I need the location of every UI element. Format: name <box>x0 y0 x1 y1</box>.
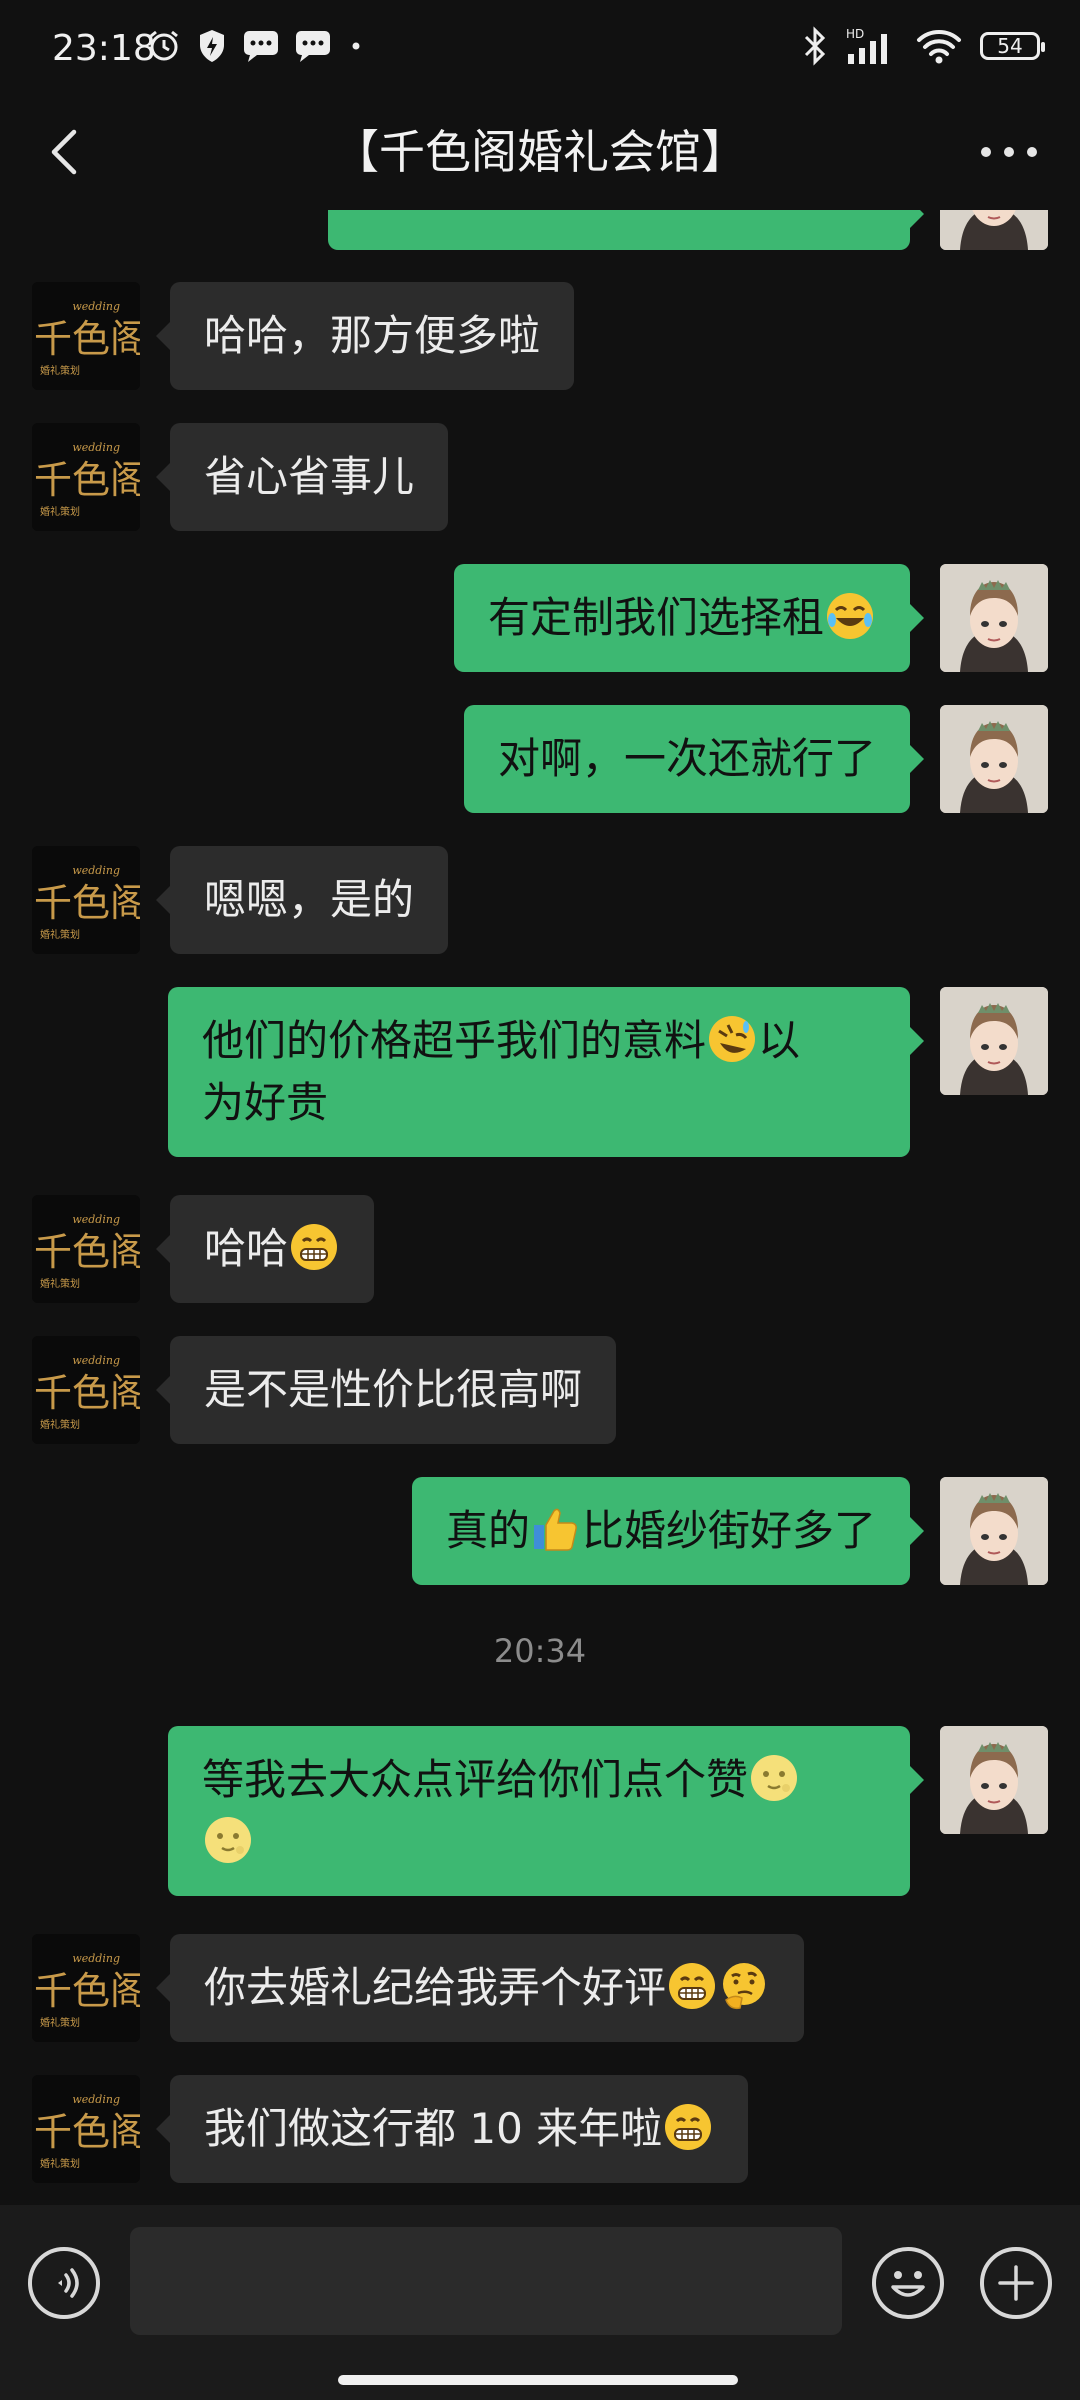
svg-text:wedding: wedding <box>72 2093 120 2106</box>
svg-text:wedding: wedding <box>72 1952 120 1965</box>
svg-text:婚礼策划: 婚礼策划 <box>40 364 80 377</box>
grin-emoji <box>665 2104 712 2150</box>
message-text: 省心省事儿 <box>204 452 415 501</box>
message-bubble[interactable]: 省心省事儿 <box>155 423 449 531</box>
message-bubble[interactable] <box>328 210 924 250</box>
avatar[interactable] <box>940 564 1048 672</box>
message-text: 等我去大众点评给你们点个赞 <box>202 1755 749 1804</box>
svg-text:HD: HD <box>846 27 864 41</box>
thinking-emoji <box>723 1963 766 2010</box>
avatar[interactable]: wedding 千色阁婚礼策划 <box>32 846 140 954</box>
avatar[interactable]: wedding 千色阁婚礼策划 <box>32 1195 140 1303</box>
message-text: 比婚纱街好多了 <box>581 1506 876 1555</box>
chat-title: 【千色阁婚礼会馆】 <box>333 125 747 179</box>
avatar[interactable]: wedding 千色阁婚礼策划 <box>32 1336 140 1444</box>
avatar[interactable] <box>940 987 1048 1095</box>
svg-text:婚礼策划: 婚礼策划 <box>40 2157 80 2170</box>
dot-icon <box>352 42 360 50</box>
svg-text:千色阁: 千色阁 <box>34 881 140 925</box>
thumbs-up-emoji <box>533 1508 577 1551</box>
chat-header: 【千色阁婚礼会馆】 <box>0 100 1080 210</box>
moon-face-emoji <box>205 1817 251 1863</box>
message-bubble[interactable]: 哈哈 <box>155 1195 375 1303</box>
plus-icon[interactable] <box>980 2247 1052 2319</box>
message-text: 有定制我们选择租 <box>487 593 824 642</box>
message-text: 以 <box>758 1016 801 1065</box>
message-text: 我们做这行都 10 来年啦 <box>204 2104 663 2153</box>
svg-text:千色阁: 千色阁 <box>34 1969 140 2013</box>
message-bubble[interactable]: 等我去大众点评给你们点个赞 <box>168 1726 924 1896</box>
battery-level: 54 <box>997 34 1023 58</box>
message-text: 嗯嗯，是的 <box>204 875 415 924</box>
svg-text:婚礼策划: 婚礼策划 <box>40 2016 80 2029</box>
svg-text:千色阁: 千色阁 <box>34 2110 140 2154</box>
message-bubble[interactable]: 嗯嗯，是的 <box>155 846 449 954</box>
message-text: 哈哈，那方便多啦 <box>204 311 541 360</box>
voice-icon[interactable] <box>28 2247 100 2319</box>
timestamp: 20:34 <box>493 1632 587 1670</box>
status-icons-left <box>146 28 366 64</box>
message-bubble[interactable]: 有定制我们选择租 <box>453 564 925 672</box>
avatar[interactable] <box>940 1477 1048 1585</box>
input-bar <box>0 2205 1080 2400</box>
message-icon <box>296 31 330 62</box>
svg-text:婚礼策划: 婚礼策划 <box>40 1418 80 1431</box>
alarm-icon <box>150 30 178 61</box>
svg-text:wedding: wedding <box>72 441 120 454</box>
svg-text:千色阁: 千色阁 <box>34 1230 140 1274</box>
emoji-smile-icon[interactable] <box>872 2247 944 2319</box>
wifi-icon <box>917 30 961 64</box>
avatar[interactable] <box>940 210 1048 250</box>
message-text: 是不是性价比很高啊 <box>204 1365 583 1414</box>
svg-text:婚礼策划: 婚礼策划 <box>40 928 80 941</box>
message-bubble[interactable]: 真的 比婚纱街好多了 <box>411 1477 925 1585</box>
svg-text:wedding: wedding <box>72 864 120 877</box>
message-text: 你去婚礼纪给我弄个好评 <box>204 1963 667 2012</box>
message-text: 他们的价格超乎我们的意料 <box>202 1016 707 1065</box>
avatar[interactable]: wedding 千色阁婚礼策划 <box>32 2075 140 2183</box>
rolling-laugh-emoji <box>709 1016 756 1062</box>
signal-hd-icon: HD <box>846 27 887 64</box>
status-icons-right: HD 54 <box>802 26 1045 66</box>
svg-text:婚礼策划: 婚礼策划 <box>40 505 80 518</box>
message-bubble[interactable]: 对啊，一次还就行了 <box>463 705 925 813</box>
message-bubble[interactable]: 你去婚礼纪给我弄个好评 <box>155 1934 805 2042</box>
message-bubble[interactable]: 是不是性价比很高啊 <box>155 1336 617 1444</box>
svg-text:婚礼策划: 婚礼策划 <box>40 1277 80 1290</box>
svg-text:千色阁: 千色阁 <box>34 458 140 502</box>
message-text: 真的 <box>445 1506 530 1555</box>
svg-text:wedding: wedding <box>72 300 120 313</box>
avatar[interactable]: wedding 千色阁婚礼策划 <box>32 282 140 390</box>
status-bar: 23:18 HD 54 <box>0 0 1080 100</box>
svg-text:千色阁: 千色阁 <box>34 1371 140 1415</box>
avatar[interactable] <box>940 1726 1048 1834</box>
message-text: 哈哈 <box>204 1224 289 1273</box>
message-icon <box>244 31 278 62</box>
message-text: 对啊，一次还就行了 <box>497 734 876 783</box>
grin-emoji <box>291 1224 338 1270</box>
more-dots-icon[interactable] <box>974 122 1044 182</box>
home-indicator[interactable] <box>338 2375 738 2385</box>
moon-face-emoji <box>751 1755 798 1801</box>
message-bubble[interactable]: 他们的价格超乎我们的意料 以 为好贵 <box>168 987 924 1157</box>
message-input[interactable] <box>130 2227 842 2335</box>
laugh-tears-emoji <box>827 593 873 639</box>
battery-icon: 54 <box>980 32 1045 60</box>
status-time: 23:18 <box>52 28 156 69</box>
avatar[interactable]: wedding 千色阁婚礼策划 <box>32 423 140 531</box>
avatar[interactable]: wedding 千色阁婚礼策划 <box>32 1934 140 2042</box>
grin-emoji <box>669 1963 716 2009</box>
chevron-left-icon[interactable] <box>36 122 96 182</box>
shield-icon <box>200 30 224 62</box>
message-bubble[interactable]: 哈哈，那方便多啦 <box>155 282 575 390</box>
message-bubble[interactable]: 我们做这行都 10 来年啦 <box>155 2075 749 2183</box>
message-text: 为好贵 <box>202 1078 329 1127</box>
svg-text:wedding: wedding <box>72 1354 120 1367</box>
svg-text:千色阁: 千色阁 <box>34 317 140 361</box>
chat-list[interactable]: wedding 千色阁 婚礼策划 哈哈，那方便多啦 wedding 千色阁 婚礼策划 省… <box>0 210 1080 2200</box>
svg-text:wedding: wedding <box>72 1213 120 1226</box>
bluetooth-icon <box>804 26 826 66</box>
avatar[interactable] <box>940 705 1048 813</box>
